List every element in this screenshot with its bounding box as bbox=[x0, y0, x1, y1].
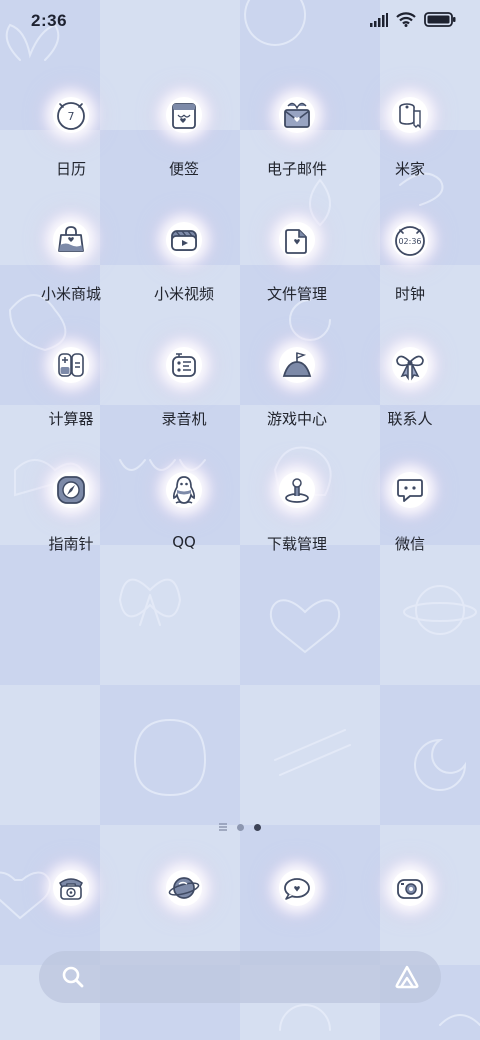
app-label: 小米商城 bbox=[40, 285, 101, 303]
app-label: 录音机 bbox=[161, 410, 207, 428]
app-label: 计算器 bbox=[48, 410, 94, 428]
app-label: 时钟 bbox=[394, 285, 425, 303]
calendar-date-text: 7 bbox=[68, 110, 75, 123]
app-contacts[interactable]: 联系人 bbox=[350, 342, 470, 452]
app-qq[interactable]: QQ bbox=[124, 467, 244, 577]
dock-phone[interactable] bbox=[11, 870, 131, 920]
dock-browser[interactable] bbox=[124, 870, 244, 920]
camera-icon bbox=[397, 879, 423, 899]
phone-icon bbox=[59, 878, 83, 900]
battery-icon bbox=[424, 12, 456, 27]
notes-icon bbox=[172, 103, 196, 129]
app-calculator[interactable]: 计算器 bbox=[11, 342, 131, 452]
app-recorder[interactable]: 录音机 bbox=[124, 342, 244, 452]
page-dot[interactable] bbox=[237, 823, 244, 831]
app-mail[interactable]: 电子邮件 bbox=[237, 92, 357, 202]
app-label: 文件管理 bbox=[266, 285, 327, 303]
calendar-icon: 7 bbox=[57, 102, 85, 130]
page-dot-active[interactable] bbox=[254, 823, 261, 831]
clock-icon: 02:36 bbox=[395, 226, 425, 256]
app-label: 游戏中心 bbox=[266, 410, 327, 428]
compass-icon bbox=[57, 476, 85, 504]
app-wechat[interactable]: 微信 bbox=[350, 467, 470, 577]
game-center-icon bbox=[282, 352, 312, 377]
bow-icon bbox=[396, 355, 424, 381]
message-icon bbox=[284, 878, 310, 900]
assistant-icon[interactable] bbox=[393, 964, 421, 990]
dock-messages[interactable] bbox=[237, 870, 357, 920]
mail-icon bbox=[284, 102, 310, 128]
page-indicator[interactable] bbox=[0, 823, 480, 831]
wechat-icon bbox=[397, 479, 423, 502]
clock-time-text: 02:36 bbox=[398, 237, 421, 246]
app-label: 日历 bbox=[55, 160, 86, 178]
calculator-icon bbox=[58, 353, 84, 377]
app-mi-video[interactable]: 小米视频 bbox=[124, 217, 244, 327]
app-label: 电子邮件 bbox=[266, 160, 327, 178]
app-label: 联系人 bbox=[387, 410, 433, 428]
wifi-icon bbox=[396, 12, 416, 27]
status-bar: 2:36 bbox=[0, 0, 480, 42]
app-label: 便签 bbox=[168, 160, 199, 178]
recorder-icon bbox=[172, 353, 196, 377]
app-label: 下载管理 bbox=[266, 535, 327, 553]
mijia-icon bbox=[399, 103, 421, 129]
status-time: 2:36 bbox=[31, 11, 68, 30]
app-compass[interactable]: 指南针 bbox=[11, 467, 131, 577]
app-calendar[interactable]: 7 日历 bbox=[11, 92, 131, 202]
page-indicator-list-icon[interactable] bbox=[219, 823, 227, 831]
folder-icon bbox=[285, 229, 307, 254]
download-icon bbox=[285, 478, 309, 503]
app-mijia[interactable]: 米家 bbox=[350, 92, 470, 202]
app-mi-store[interactable]: 小米商城 bbox=[11, 217, 131, 327]
app-label: 指南针 bbox=[48, 535, 94, 553]
app-notes[interactable]: 便签 bbox=[124, 92, 244, 202]
browser-planet-icon bbox=[168, 877, 200, 899]
app-label: 小米视频 bbox=[153, 285, 214, 303]
qq-penguin-icon bbox=[172, 476, 196, 504]
app-label: 微信 bbox=[394, 535, 425, 553]
app-game-center[interactable]: 游戏中心 bbox=[237, 342, 357, 452]
video-icon bbox=[171, 230, 197, 251]
shop-bag-icon bbox=[58, 226, 84, 252]
signal-icon bbox=[370, 12, 388, 27]
app-label: QQ bbox=[172, 533, 196, 551]
app-download-manager[interactable]: 下载管理 bbox=[237, 467, 357, 577]
app-clock[interactable]: 02:36 时钟 bbox=[350, 217, 470, 327]
app-label: 米家 bbox=[394, 160, 425, 178]
app-file-manager[interactable]: 文件管理 bbox=[237, 217, 357, 327]
search-bar[interactable] bbox=[39, 951, 441, 1003]
dock-camera[interactable] bbox=[350, 870, 470, 920]
search-icon[interactable] bbox=[61, 965, 85, 989]
